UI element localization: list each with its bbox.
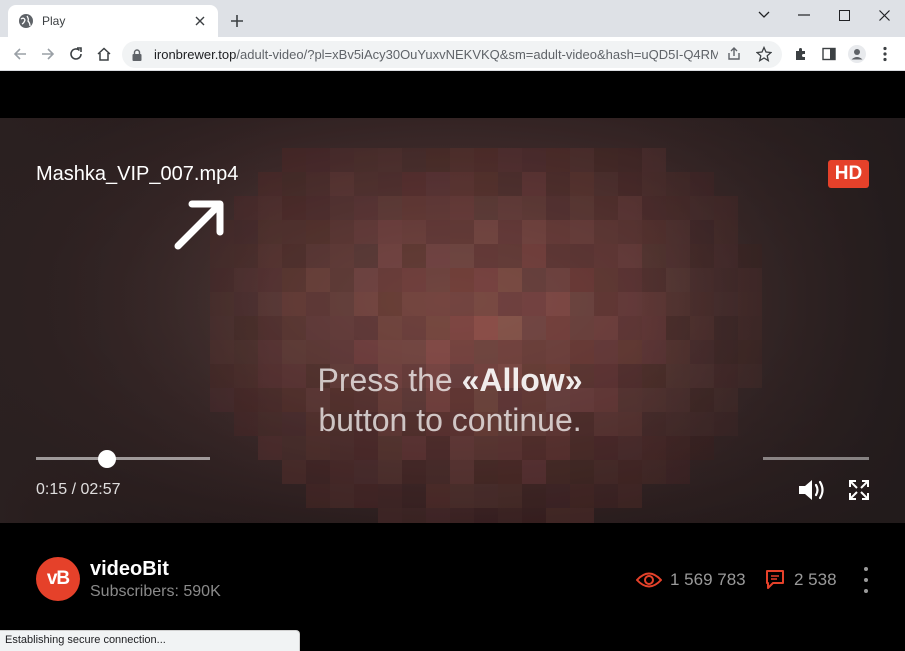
status-bubble: Establishing secure connection... (0, 630, 300, 651)
toolbar: ironbrewer.top/adult-video/?pl=xBv5iAcy3… (0, 37, 905, 71)
duration: 02:57 (80, 481, 121, 498)
extensions-icon[interactable] (789, 42, 813, 66)
address-bar[interactable]: ironbrewer.top/adult-video/?pl=xBv5iAcy3… (122, 41, 782, 68)
minimize-icon[interactable] (784, 0, 824, 30)
kebab-icon[interactable] (873, 42, 897, 66)
eye-icon (636, 572, 662, 588)
prompt-allow: «Allow» (461, 362, 583, 398)
forward-icon[interactable] (36, 42, 60, 66)
maximize-icon[interactable] (824, 0, 864, 30)
tab-play[interactable]: Play (8, 5, 218, 37)
allow-prompt: Press the «Allow» button to continue. (200, 360, 700, 440)
reload-icon[interactable] (64, 42, 88, 66)
channel-name[interactable]: videoBit (90, 558, 169, 581)
star-icon[interactable] (756, 45, 774, 64)
subscriber-count: Subscribers: 590K (90, 583, 221, 600)
video-player[interactable]: Mashka_VIP_007.mp4 HD Press the «Allow» … (0, 118, 905, 523)
progress-track[interactable] (36, 457, 210, 460)
share-icon[interactable] (726, 46, 744, 64)
sidepanel-icon[interactable] (817, 42, 841, 66)
time-display: 0:15 / 02:57 (36, 481, 121, 499)
fullscreen-icon[interactable] (847, 478, 871, 502)
home-icon[interactable] (92, 42, 116, 66)
profile-icon[interactable] (845, 42, 869, 66)
url-host: ironbrewer.top (154, 47, 237, 62)
progress-track-end[interactable] (763, 457, 869, 460)
view-count: 1 569 783 (670, 570, 746, 589)
close-icon[interactable] (192, 13, 208, 29)
hd-badge: HD (828, 160, 869, 188)
comment-count: 2 538 (794, 570, 837, 589)
url-path: /adult-video/?pl=xBv5iAcy30OuYuxvNEKVKQ&… (236, 47, 718, 62)
avatar[interactable]: vB (36, 557, 80, 601)
arrow-icon (174, 200, 224, 250)
progress-handle[interactable] (97, 450, 116, 468)
tab-strip: Play (0, 0, 905, 37)
window-close-icon[interactable] (864, 0, 904, 30)
plus-icon[interactable] (227, 11, 247, 31)
tab-title: Play (42, 14, 66, 28)
chevron-down-icon[interactable] (744, 0, 784, 30)
comment-icon (766, 570, 784, 589)
url-text[interactable]: ironbrewer.top/adult-video/?pl=xBv5iAcy3… (154, 47, 718, 62)
video-file-name: Mashka_VIP_007.mp4 (36, 163, 239, 185)
prompt-prefix: Press the (317, 362, 462, 398)
prompt-line2: button to continue. (318, 402, 582, 438)
time-separator: / (67, 481, 81, 498)
lock-icon[interactable] (130, 48, 144, 62)
current-time: 0:15 (36, 481, 68, 498)
more-icon[interactable] (858, 567, 874, 593)
globe-icon (18, 13, 34, 29)
back-icon[interactable] (8, 42, 32, 66)
page-content: Mashka_VIP_007.mp4 HD Press the «Allow» … (0, 71, 905, 651)
browser-window: Play ironbrewer.top/adult-video/?pl=xBv5… (0, 0, 905, 651)
volume-icon[interactable] (797, 478, 827, 502)
